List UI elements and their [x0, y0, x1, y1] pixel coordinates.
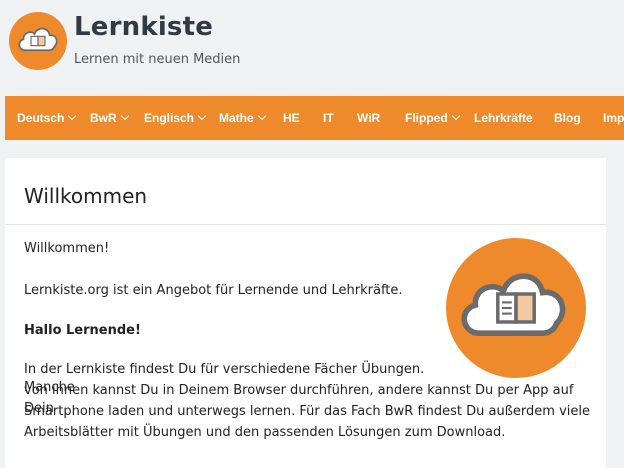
chevron-down-icon [120, 111, 129, 121]
nav-item-label: IT [323, 111, 334, 125]
nav-item-mathe[interactable]: Mathe [219, 96, 266, 140]
chevron-down-icon [257, 111, 266, 121]
nav-item-deutsch[interactable]: Deutsch [17, 96, 77, 140]
site-header: Lernkiste Lernen mit neuen Medien [0, 0, 624, 96]
nav-item-label: Englisch [144, 111, 195, 125]
lernkiste-logo-icon[interactable] [9, 12, 67, 70]
intro-text: Lernkiste.org ist ein Angebot für Lernen… [24, 283, 403, 298]
nav-item-bwr[interactable]: BwR [90, 96, 129, 140]
nav-item-label: Deutsch [17, 111, 65, 125]
nav-item-englisch[interactable]: Englisch [144, 96, 207, 140]
site-title[interactable]: Lernkiste [74, 12, 213, 42]
nav-item-blog[interactable]: Blog [554, 96, 581, 140]
divider [5, 224, 606, 225]
page-title: Willkommen [24, 184, 148, 208]
nav-item-label: BwR [90, 111, 117, 125]
body-line-4: Arbeitsblätter mit Übungen und den passe… [24, 425, 506, 440]
nav-item-label: Lehrkräfte [474, 111, 533, 125]
nav-item-he[interactable]: HE [283, 96, 300, 140]
nav-item-impressum[interactable]: Imp [603, 96, 624, 140]
chevron-down-icon [68, 111, 77, 121]
nav-item-wir[interactable]: WiR [357, 96, 380, 140]
intro-greeting: Willkommen! [24, 241, 110, 256]
section-heading-learners: Hallo Lernende! [24, 323, 141, 338]
nav-item-label: Imp [603, 111, 624, 125]
body-line-3: Smartphone laden und unterwegs lernen. F… [24, 404, 590, 419]
nav-item-label: Mathe [219, 111, 254, 125]
nav-item-label: WiR [357, 111, 381, 125]
lernkiste-logo-large-icon [446, 238, 586, 378]
chevron-down-icon [197, 111, 207, 121]
nav-item-label: Blog [554, 111, 581, 125]
nav-item-flipped[interactable]: Flipped [405, 96, 460, 140]
main-navigation: Deutsch BwR Englisch Mathe HE IT WiR Fli… [5, 96, 624, 140]
nav-item-label: Flipped [405, 111, 448, 125]
chevron-down-icon [451, 111, 460, 121]
nav-item-it[interactable]: IT [323, 96, 334, 140]
nav-item-label: HE [283, 111, 300, 125]
nav-item-lehrkraefte[interactable]: Lehrkräfte [474, 96, 533, 140]
site-tagline: Lernen mit neuen Medien [74, 52, 241, 67]
